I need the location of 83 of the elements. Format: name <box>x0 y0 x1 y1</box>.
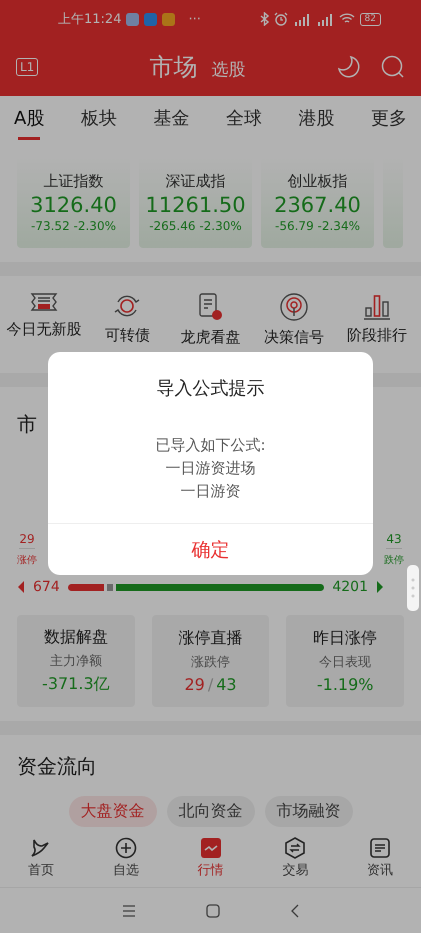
document-badge-icon <box>198 292 224 322</box>
stat-card[interactable]: 昨日涨停 今日表现 -1.19% <box>286 615 404 707</box>
filter-pill[interactable]: 市场融资 <box>264 796 352 827</box>
shortcut-label[interactable]: 阶段排行 <box>347 326 407 345</box>
home-square-icon[interactable] <box>206 904 220 918</box>
value-separator: / <box>208 675 214 694</box>
market-tab[interactable]: 更多 <box>370 96 407 140</box>
falling-count: 4201 <box>332 579 368 595</box>
card-title: 昨日涨停 <box>313 628 378 649</box>
limit-up-value: 29 <box>184 675 205 694</box>
index-change: -265.46 -2.30% <box>149 218 242 232</box>
section-title: 资金流向 <box>17 753 98 780</box>
market-tab[interactable]: A股 <box>14 96 44 140</box>
market-tab[interactable]: 基金 <box>153 96 190 140</box>
index-name: 上证指数 <box>44 172 104 190</box>
stock-picker-link[interactable]: 选股 <box>212 58 246 81</box>
down-arrow-icon <box>376 581 384 593</box>
dialog-message-line: 一日游资 <box>180 481 242 502</box>
app-notification-icon <box>126 12 140 26</box>
index-value: 11261.50 <box>145 192 246 216</box>
side-handle[interactable] <box>407 565 419 611</box>
limit-up-label: 涨停 <box>17 554 37 567</box>
section-title: 市 <box>17 411 38 438</box>
cell-signal-icon <box>316 12 334 26</box>
wifi-icon <box>338 13 355 25</box>
nav-label[interactable]: 行情 <box>198 861 224 879</box>
more-notifications: ··· <box>188 12 201 26</box>
nav-label[interactable]: 资讯 <box>367 861 393 879</box>
market-tab[interactable]: 港股 <box>298 96 334 140</box>
app-notification-icon <box>162 12 176 26</box>
menu-icon[interactable] <box>122 905 136 917</box>
index-change: -56.79 -2.34% <box>275 218 360 232</box>
search-icon[interactable] <box>381 55 405 79</box>
stat-card[interactable]: 涨停直播 涨跌停 29 / 43 <box>152 615 270 707</box>
chart-square-icon <box>200 837 222 859</box>
up-arrow-icon <box>17 581 25 593</box>
card-title: 涨停直播 <box>178 628 242 649</box>
confirm-button[interactable]: 确定 <box>48 523 373 575</box>
alarm-icon <box>274 12 288 26</box>
limit-down-count: 43 <box>386 532 402 549</box>
moon-icon[interactable] <box>337 55 361 79</box>
index-name: 创业板指 <box>288 172 348 190</box>
limit-up-count: 29 <box>19 532 35 549</box>
cell-signal-icon <box>292 12 311 26</box>
card-value: -371.3亿 <box>42 674 110 695</box>
stat-card[interactable]: 数据解盘 主力净额 -371.3亿 <box>17 615 135 707</box>
card-title: 数据解盘 <box>44 627 108 648</box>
nav-label[interactable]: 自选 <box>112 861 139 879</box>
filter-pill[interactable]: 北向资金 <box>166 796 254 827</box>
exchange-hexagon-icon <box>284 837 306 859</box>
limit-down-label: 跌停 <box>384 554 404 567</box>
dialog-message-line: 已导入如下公式: <box>155 435 266 456</box>
dialog-title: 导入公式提示 <box>156 377 264 400</box>
shortcut-label[interactable]: 龙虎看盘 <box>180 328 240 347</box>
card-value: -1.19% <box>316 675 374 694</box>
limit-down-value: 43 <box>216 675 237 694</box>
back-icon[interactable] <box>290 904 300 918</box>
nav-label[interactable]: 首页 <box>28 861 54 879</box>
bluetooth-icon <box>260 12 269 26</box>
bar-chart-icon <box>363 292 391 320</box>
nav-label[interactable]: 交易 <box>282 861 308 879</box>
signal-tower-icon <box>278 292 309 322</box>
page-title: 市场 <box>150 52 198 83</box>
shortcut-label[interactable]: 决策信号 <box>264 328 324 347</box>
card-subtitle: 涨跌停 <box>191 654 230 671</box>
status-time: 上午11:24 <box>58 11 122 28</box>
card-subtitle: 主力净额 <box>50 653 102 670</box>
market-tab[interactable]: 板块 <box>80 96 117 140</box>
rising-count: 674 <box>33 579 60 595</box>
index-value: 2367.40 <box>274 192 361 216</box>
level-badge[interactable]: L1 <box>16 58 38 76</box>
news-document-icon <box>369 837 391 859</box>
dialog-message-line: 一日游资进场 <box>164 458 256 479</box>
index-name: 深证成指 <box>166 172 226 190</box>
card-subtitle: 今日表现 <box>319 654 372 671</box>
index-value: 3126.40 <box>30 192 117 216</box>
app-notification-icon <box>144 12 158 26</box>
market-tab[interactable]: 全球 <box>226 96 262 140</box>
battery-level: 82 <box>360 12 381 26</box>
shortcut-label[interactable]: 可转债 <box>104 326 150 345</box>
index-change: -73.52 -2.30% <box>31 218 116 232</box>
shortcut-label[interactable]: 今日无新股 <box>6 320 82 339</box>
add-circle-icon <box>114 837 137 859</box>
